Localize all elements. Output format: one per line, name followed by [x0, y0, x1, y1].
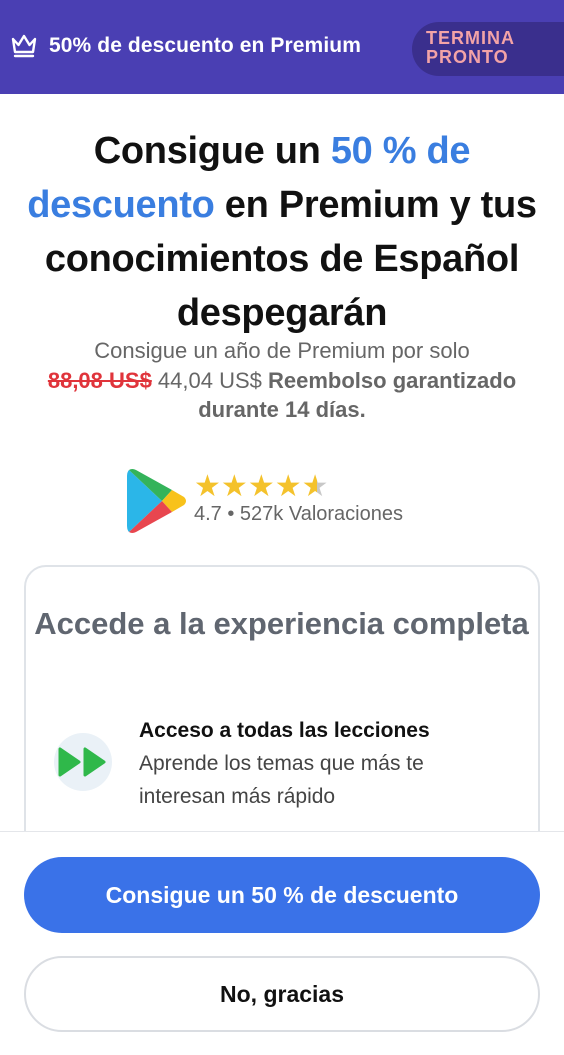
half-star-icon: ★	[301, 470, 329, 503]
promo-banner: 50% de descuento en Premium TERMINA PRON…	[0, 0, 564, 94]
fast-forward-icon	[54, 733, 112, 791]
badge-line-1: TERMINA	[426, 28, 515, 48]
ends-soon-badge: TERMINA PRONTO	[412, 22, 564, 76]
get-discount-button[interactable]: Consigue un 50 % de descuento	[24, 857, 540, 933]
feature-card: Accede a la experiencia completa Acceso …	[24, 565, 540, 865]
feature-title: Acceso a todas las lecciones	[139, 719, 430, 742]
offer-subtitle: Consigue un año de Premium por solo 88,08…	[30, 336, 534, 425]
old-price: 88,08 US$	[47, 367, 152, 393]
rating-text: 4.7 • 527k Valoraciones	[194, 503, 403, 525]
star-rating: ★ ★ ★ ★ ★	[194, 472, 329, 502]
headline-highlight-1: 50 % de	[330, 130, 471, 172]
new-price: 44,04 US$	[151, 367, 268, 393]
feature-description: Aprende los temas que más te interesan m…	[139, 752, 424, 808]
headline-highlight-2: descuento	[27, 184, 215, 226]
card-title: Accede a la experiencia completa	[34, 606, 529, 641]
page-title: Consigue un 50 % de descuento en Premium…	[20, 124, 544, 340]
banner-text: 50% de descuento en Premium	[49, 34, 361, 57]
badge-line-2: PRONTO	[426, 47, 509, 67]
no-thanks-button[interactable]: No, gracias	[24, 956, 540, 1032]
star-icon: ★	[274, 470, 302, 503]
star-icon: ★	[220, 470, 248, 503]
star-icon: ★	[194, 470, 221, 503]
headline-part-1: Consigue un	[93, 130, 331, 172]
google-play-icon	[127, 469, 186, 533]
crown-icon	[11, 34, 37, 58]
star-icon: ★	[247, 470, 275, 503]
subtitle-intro: Consigue un año de Premium por solo	[94, 338, 470, 363]
